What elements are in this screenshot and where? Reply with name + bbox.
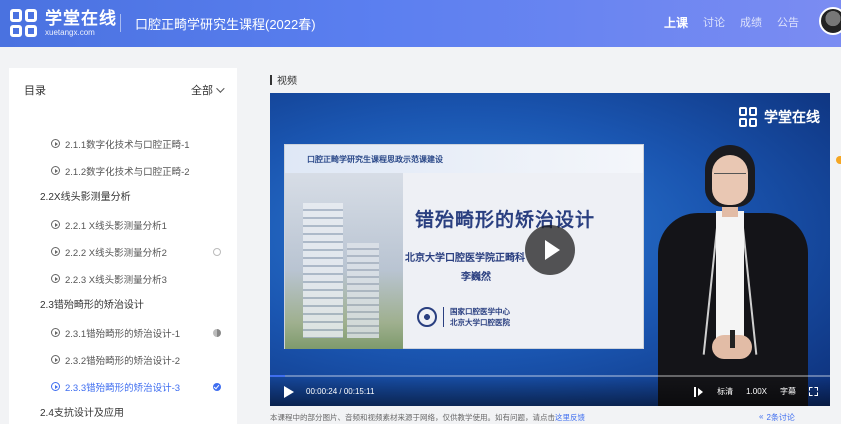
catalog-list: 2.1.1数字化技术与口腔正畸-1 2.1.2数字化技术与口腔正畸-2 2.2X… [9,130,237,424]
play-circle-icon [51,166,60,175]
play-circle-icon [51,247,60,256]
site-logo[interactable]: 学堂在线 xuetangx.com [10,9,117,37]
lesson-label: 2.1.2数字化技术与口腔正畸-2 [65,166,190,178]
lesson-item[interactable]: 2.2.2 X线头影测量分析2 [9,238,237,265]
lesson-item[interactable]: 2.1.2数字化技术与口腔正畸-2 [9,157,237,184]
lesson-item[interactable]: 2.3.2错殆畸形的矫治设计-2 [9,346,237,373]
play-icon[interactable] [284,386,294,398]
chapter-heading[interactable]: 2.4支抗设计及应用 [9,400,237,424]
lesson-label: 2.2.2 X线头影测量分析2 [65,247,167,259]
slide-logo-divider [443,307,444,327]
double-chevron-left-icon: « [759,412,764,421]
presenter-figure [652,145,822,406]
nav-tab-grades[interactable]: 成绩 [740,14,762,31]
lesson-label: 2.1.1数字化技术与口腔正畸-1 [65,139,190,151]
chapter-heading[interactable]: 2.2X线头影测量分析 [9,184,237,211]
copyright-disclaimer: 本课程中的部分图片、音频和视频素材来源于网络，仅供教学使用。如有问题，请点击这里… [270,412,585,423]
catalog-header: 目录 全部 [9,68,237,112]
lesson-item[interactable]: 2.1.1数字化技术与口腔正畸-1 [9,130,237,157]
side-float-tab[interactable] [836,156,841,164]
slide-organization: 北京大学口腔医学院正畸科 [405,253,525,264]
player-controls: 00:00:24 / 00:15:11 标清 1.00X 字幕 [270,376,830,406]
slide-subtitle: 口腔正畸学研究生课程思政示范课建设 [307,155,443,164]
hospital-seal-icon [417,307,437,327]
play-circle-icon [51,382,60,391]
completed-check-icon [213,383,221,391]
lecture-slide: 口腔正畸学研究生课程思政示范课建设 错殆畸形的矫治设计 北京大学口腔医学院正畸科… [284,144,644,349]
progress-half-icon [213,329,221,337]
video-player[interactable]: 学堂在线 口腔正畸学研究生课程思政示范课建设 错殆畸形的矫治设计 北京大学口腔医… [270,93,830,406]
chapter-heading[interactable]: 2.3错殆畸形的矫治设计 [9,292,237,319]
disclaimer-text: 本课程中的部分图片、音频和视频素材来源于网络，仅供教学使用。如有问题，请点击 [270,413,555,422]
progress-empty-icon [213,248,221,256]
video-section-label: 视频 [270,72,297,87]
logo-icon [739,107,759,127]
time-display: 00:00:24 / 00:15:11 [306,387,374,396]
slide-title: 错殆畸形的矫治设计 [414,210,595,231]
slide-logo-line1: 国家口腔医学中心 [450,307,510,316]
lesson-label: 2.2.1 X线头影测量分析1 [65,220,167,232]
current-time: 00:00:24 [306,387,338,396]
time-separator: / [339,387,342,396]
top-header: 学堂在线 xuetangx.com 口腔正畸学研究生课程(2022春) 上课 讨… [0,0,841,47]
discussion-count: 2条讨论 [766,413,795,422]
discussion-toggle[interactable]: « 2条讨论 [759,412,795,423]
play-circle-icon [51,355,60,364]
chevron-down-icon [216,84,225,93]
play-circle-icon [51,328,60,337]
lesson-label: 2.3.2错殆畸形的矫治设计-2 [65,355,181,367]
catalog-title: 目录 [24,85,46,97]
course-nav: 上课 讨论 成绩 公告 [664,14,799,31]
logo-icon [10,9,38,37]
big-play-icon[interactable] [525,225,575,275]
feedback-link[interactable]: 这里反馈 [555,413,585,422]
lesson-label: 2.3.3错殆畸形的矫治设计-3 [65,382,181,394]
play-circle-icon [51,274,60,283]
play-circle-icon [51,139,60,148]
fullscreen-icon[interactable] [809,387,818,396]
lesson-item[interactable]: 2.2.1 X线头影测量分析1 [9,211,237,238]
header-divider [120,14,121,32]
play-circle-icon [51,220,60,229]
slide-lecturer-name: 李巍然 [461,272,491,283]
catalog-filter-label: 全部 [191,85,213,97]
slide-logo-line2: 北京大学口腔医院 [450,318,510,327]
speed-selector[interactable]: 1.00X [746,387,767,396]
logo-text-cn: 学堂在线 [45,9,117,28]
video-watermark: 学堂在线 [739,107,820,127]
catalog-sidebar: 目录 全部 2.1.1数字化技术与口腔正畸-1 2.1.2数字化技术与口腔正畸-… [9,68,237,424]
lesson-item[interactable]: 2.3.1错殆畸形的矫治设计-1 [9,319,237,346]
volume-icon[interactable] [694,386,704,397]
player-controls-right: 标清 1.00X 字幕 [694,386,818,397]
hospital-building-image [285,173,403,349]
user-avatar[interactable] [819,7,841,35]
subtitle-toggle[interactable]: 字幕 [780,386,796,397]
nav-tab-announcements[interactable]: 公告 [777,14,799,31]
course-title[interactable]: 口腔正畸学研究生课程(2022春) [135,14,316,33]
nav-tab-discussion[interactable]: 讨论 [703,14,725,31]
logo-text-en: xuetangx.com [45,28,95,37]
lesson-item[interactable]: 2.2.3 X线头影测量分析3 [9,265,237,292]
catalog-filter-dropdown[interactable]: 全部 [191,82,225,98]
lesson-item-active[interactable]: 2.3.3错殆畸形的矫治设计-3 [9,373,237,400]
slide-institution-logo: 国家口腔医学中心 北京大学口腔医院 [417,306,510,328]
nav-tab-class[interactable]: 上课 [664,14,688,31]
lesson-label: 2.2.3 X线头影测量分析3 [65,274,167,286]
lesson-label: 2.3.1错殆畸形的矫治设计-1 [65,328,181,340]
duration: 00:15:11 [343,387,375,396]
quality-selector[interactable]: 标清 [717,386,733,397]
video-watermark-text: 学堂在线 [764,109,820,125]
